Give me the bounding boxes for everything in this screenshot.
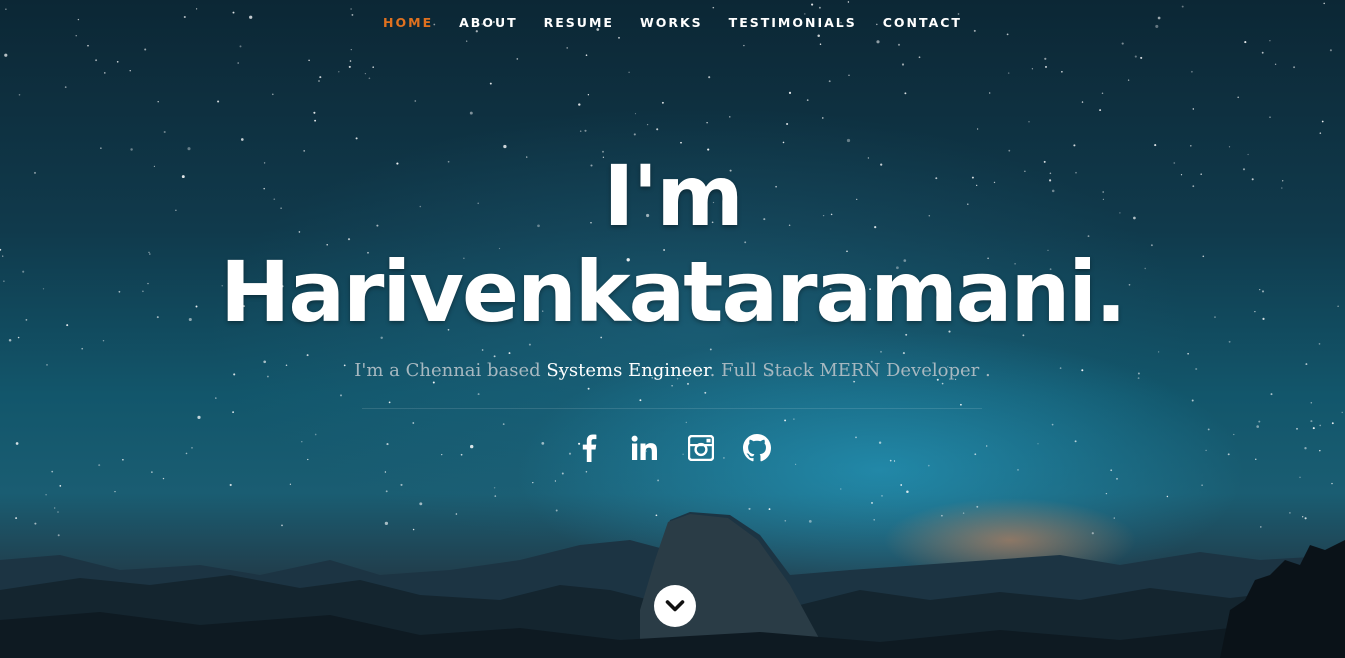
headline-line-1: I'm bbox=[603, 147, 744, 245]
headline-name: Harivenkataramani. bbox=[220, 243, 1127, 341]
main-nav: HOME ABOUT RESUME WORKS TESTIMONIALS CON… bbox=[0, 14, 1345, 32]
instagram-icon[interactable] bbox=[686, 433, 716, 463]
social-links bbox=[0, 433, 1345, 463]
chevron-down-icon bbox=[665, 600, 685, 612]
nav-about[interactable]: ABOUT bbox=[446, 14, 531, 32]
tagline-role: Systems Engineer bbox=[546, 360, 710, 381]
nav-resume[interactable]: RESUME bbox=[531, 14, 627, 32]
nav-testimonials[interactable]: TESTIMONIALS bbox=[716, 14, 870, 32]
hero-section: HOME ABOUT RESUME WORKS TESTIMONIALS CON… bbox=[0, 0, 1345, 658]
facebook-icon[interactable] bbox=[574, 433, 604, 463]
tagline-prefix: I'm a Chennai based bbox=[354, 360, 547, 381]
hero-headline: I'm Harivenkataramani. bbox=[0, 148, 1345, 340]
tagline-suffix: . Full Stack MERN Developer . bbox=[709, 360, 991, 381]
linkedin-icon[interactable] bbox=[630, 433, 660, 463]
hero-divider bbox=[362, 408, 982, 409]
scroll-down-button[interactable] bbox=[654, 585, 696, 627]
nav-home[interactable]: HOME bbox=[370, 14, 446, 32]
nav-contact[interactable]: CONTACT bbox=[870, 14, 975, 32]
hero-tagline: I'm a Chennai based Systems Engineer. Fu… bbox=[0, 360, 1345, 381]
github-icon[interactable] bbox=[742, 433, 772, 463]
nav-works[interactable]: WORKS bbox=[627, 14, 716, 32]
